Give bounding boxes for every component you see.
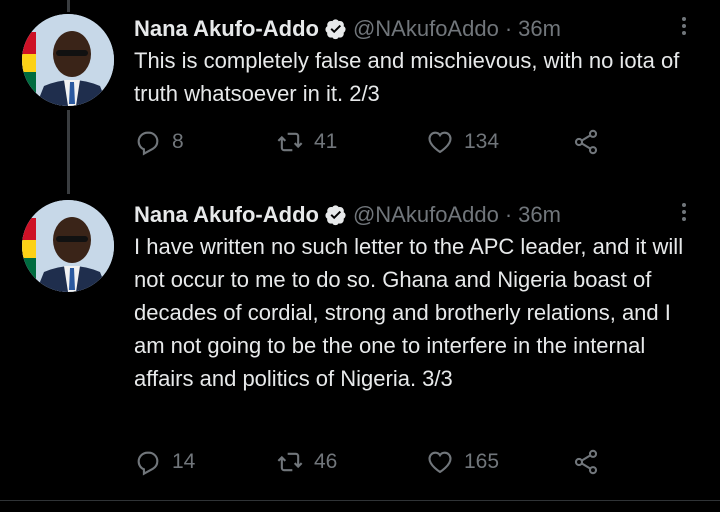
reply-count: 14 — [172, 450, 196, 473]
timestamp[interactable]: 36m — [518, 16, 561, 42]
separator: · — [504, 202, 513, 227]
retweet-icon — [277, 132, 303, 152]
reply-button[interactable]: 14 — [134, 448, 195, 476]
like-button[interactable]: 165 — [426, 448, 499, 476]
verified-badge-icon — [325, 19, 346, 40]
author-name[interactable]: Nana Akufo-Addo — [134, 16, 319, 42]
reply-icon — [137, 131, 159, 156]
like-count: 165 — [464, 450, 500, 473]
more-options-icon[interactable] — [676, 14, 692, 40]
separator: · — [504, 16, 513, 41]
share-button[interactable] — [572, 448, 610, 476]
author-handle[interactable]: @NAkufoAddo — [353, 16, 499, 42]
tweet-actions: 8 41 134 — [134, 128, 614, 158]
retweet-button[interactable]: 41 — [276, 128, 337, 156]
like-button[interactable]: 134 — [426, 128, 499, 156]
tweet-text: This is completely false and mischievous… — [134, 48, 680, 106]
retweet-icon — [277, 452, 303, 472]
tweet-actions: 14 46 165 — [134, 448, 614, 478]
more-options-icon[interactable] — [676, 200, 692, 226]
retweet-count: 41 — [314, 130, 338, 153]
reply-button[interactable]: 8 — [134, 128, 184, 156]
tweet-header: Nana Akufo-Addo @NAkufoAddo · 36m — [134, 16, 561, 42]
verified-badge-icon — [325, 205, 346, 226]
avatar-image — [22, 14, 114, 106]
author-name[interactable]: Nana Akufo-Addo — [134, 202, 319, 228]
share-button[interactable] — [572, 128, 610, 156]
divider — [0, 500, 720, 501]
avatar-image — [22, 200, 114, 292]
avatar[interactable] — [22, 200, 114, 292]
like-icon — [428, 131, 452, 154]
share-icon — [574, 449, 598, 475]
like-count: 134 — [464, 130, 500, 153]
timestamp[interactable]: 36m — [518, 202, 561, 228]
retweet-count: 46 — [314, 450, 338, 473]
tweet-3-of-3[interactable]: Nana Akufo-Addo @NAkufoAddo · 36m I have… — [0, 196, 720, 496]
like-icon — [428, 451, 452, 474]
tweet-header: Nana Akufo-Addo @NAkufoAddo · 36m — [134, 202, 561, 228]
retweet-button[interactable]: 46 — [276, 448, 337, 476]
reply-count: 8 — [172, 130, 184, 153]
share-icon — [574, 129, 598, 155]
tweet-text: I have written no such letter to the APC… — [134, 234, 684, 391]
author-handle[interactable]: @NAkufoAddo — [353, 202, 499, 228]
reply-icon — [137, 451, 159, 476]
tweet-2-of-3[interactable]: Nana Akufo-Addo @NAkufoAddo · 36m This i… — [0, 0, 720, 190]
avatar[interactable] — [22, 14, 114, 106]
